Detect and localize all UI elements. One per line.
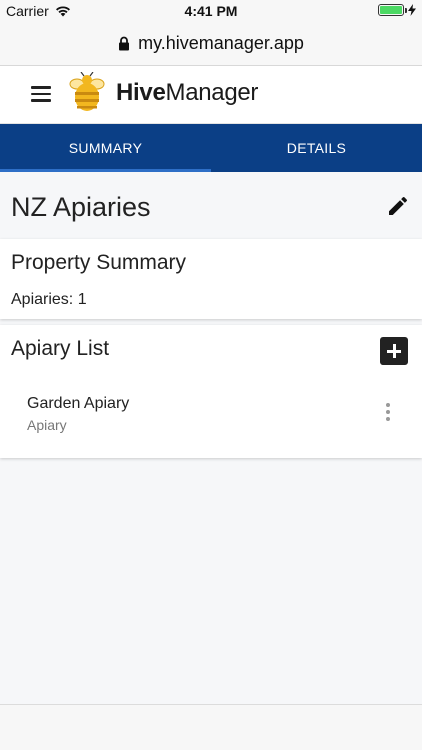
lock-icon	[119, 36, 130, 51]
battery-icon	[378, 4, 407, 16]
pencil-icon[interactable]	[386, 194, 410, 218]
browser-url-bar[interactable]: my.hivemanager.app	[0, 22, 422, 66]
apiary-list-card: Apiary List Garden Apiary Apiary	[0, 325, 422, 458]
hamburger-menu-icon[interactable]	[31, 86, 51, 102]
add-apiary-button[interactable]	[380, 337, 408, 365]
tab-details[interactable]: DETAILS	[211, 124, 422, 172]
page-title: NZ Apiaries	[11, 192, 151, 222]
tab-summary[interactable]: SUMMARY	[0, 124, 211, 172]
property-summary-card: Property Summary Apiaries: 1	[0, 239, 422, 319]
apiary-type: Apiary	[27, 417, 67, 433]
logo-wordmark: HiveManager	[116, 79, 258, 107]
page-title-row: NZ Apiaries	[0, 172, 422, 238]
more-options-icon[interactable]	[384, 403, 392, 427]
apiary-name: Garden Apiary	[27, 395, 130, 412]
apiaries-count: Apiaries: 1	[11, 291, 87, 308]
url-text[interactable]: my.hivemanager.app	[138, 33, 304, 54]
charging-bolt-icon	[408, 4, 416, 16]
app-header: HiveManager	[0, 66, 422, 124]
tab-bar: SUMMARY DETAILS	[0, 124, 422, 172]
property-summary-title: Property Summary	[11, 251, 187, 274]
logo-regular-text: Manager	[165, 79, 259, 106]
battery-fill	[380, 6, 402, 14]
status-bar: Carrier 4:41 PM	[0, 0, 422, 22]
bee-logo-icon	[69, 72, 105, 111]
browser-bottom-toolbar	[0, 704, 422, 750]
hivemanager-logo[interactable]: HiveManager	[64, 72, 258, 114]
list-item[interactable]: Garden Apiary Apiary	[0, 385, 422, 445]
logo-bold-text: Hive	[116, 79, 166, 106]
apiary-list-title: Apiary List	[11, 337, 110, 360]
status-time: 4:41 PM	[184, 3, 238, 19]
status-right	[378, 4, 416, 16]
